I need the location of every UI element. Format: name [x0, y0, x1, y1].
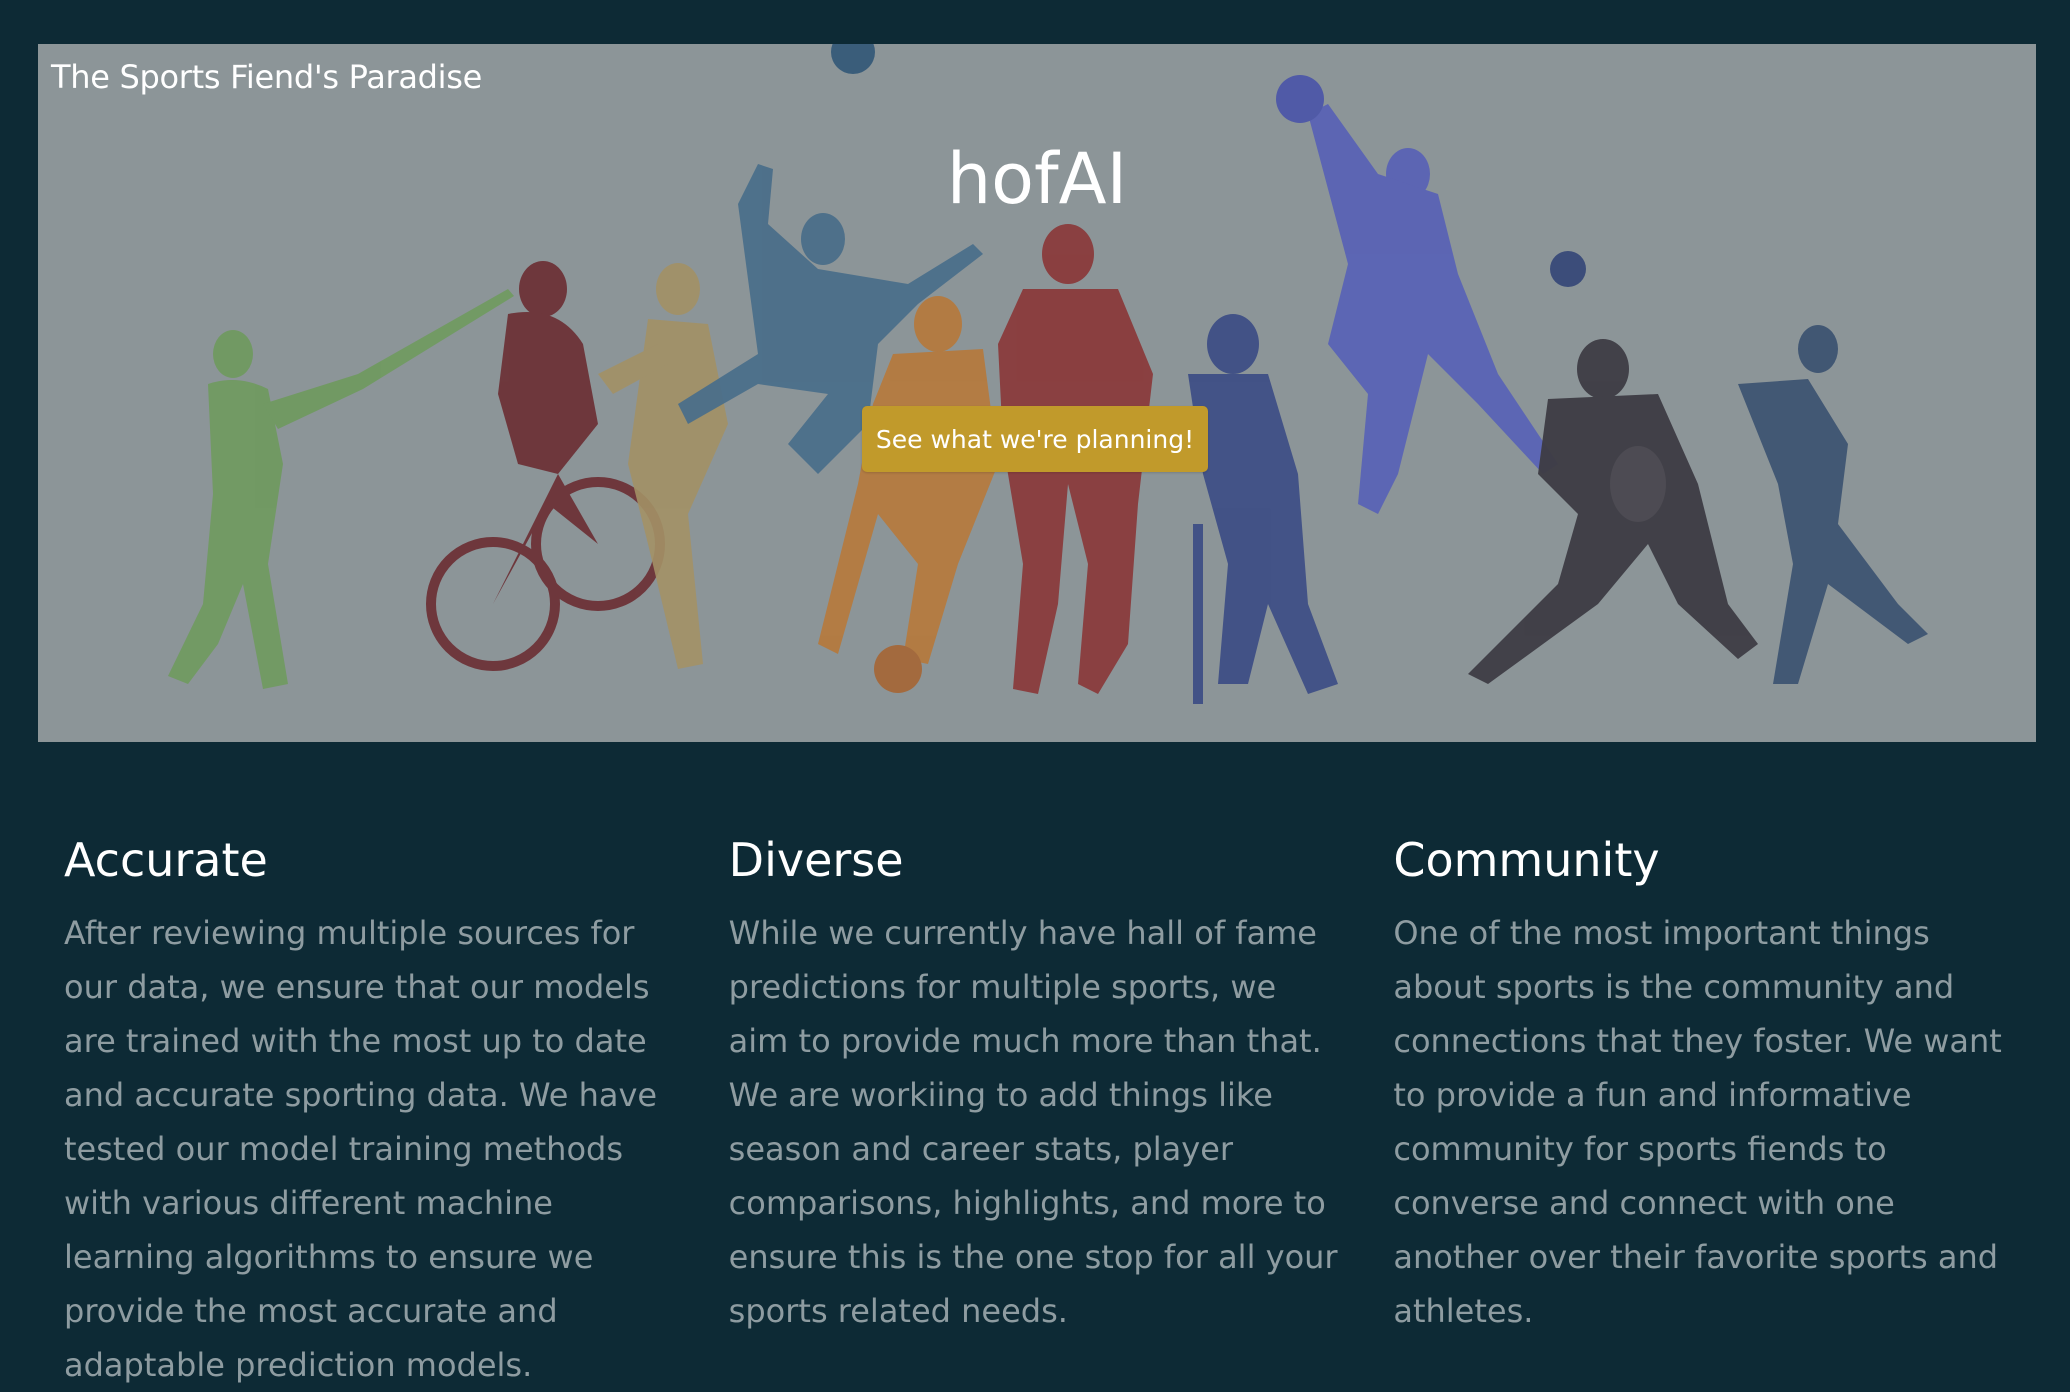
- feature-description: After reviewing multiple sources for our…: [64, 914, 658, 1384]
- feature-title: Diverse: [728, 833, 904, 887]
- feature-title: Accurate: [64, 833, 268, 887]
- features-section: Accurate After reviewing multiple source…: [64, 832, 2004, 1392]
- feature-description: While we currently have hall of fame pre…: [728, 914, 1338, 1330]
- feature-title: Community: [1393, 833, 1660, 887]
- feature-community: Community One of the most important thin…: [1393, 832, 2004, 1392]
- feature-accurate: Accurate After reviewing multiple source…: [64, 832, 675, 1392]
- see-plans-button[interactable]: See what we're planning!: [862, 406, 1208, 472]
- hero-title: hofAI: [946, 138, 1128, 220]
- site-brand[interactable]: The Sports Fiend's Paradise: [51, 58, 482, 96]
- feature-diverse: Diverse While we currently have hall of …: [729, 832, 1340, 1392]
- hero-banner: The Sports Fiend's Paradise hofAI See wh…: [38, 44, 2036, 742]
- feature-description: One of the most important things about s…: [1393, 914, 2002, 1330]
